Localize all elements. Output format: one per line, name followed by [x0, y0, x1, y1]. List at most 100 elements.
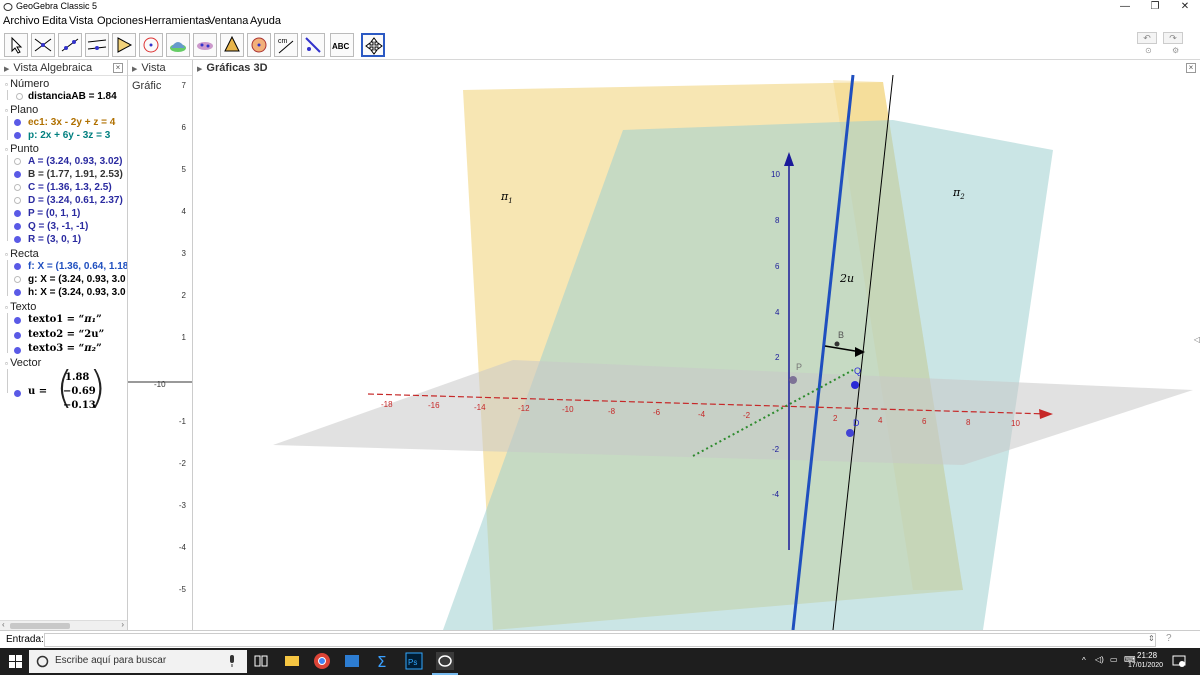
plane-tool-button[interactable] [193, 33, 217, 57]
algebra-item-B[interactable]: B = (1.77, 1.91, 2.53) [28, 169, 123, 180]
sigma-app-icon[interactable]: Σ [374, 652, 392, 670]
task-view-icon[interactable] [252, 652, 270, 670]
move-tool-button[interactable] [4, 33, 28, 57]
visibility-toggle[interactable] [14, 347, 21, 354]
menu-archivo[interactable]: Archivo [3, 15, 40, 27]
taskbar-search-box[interactable]: Escribe aquí para buscar [29, 650, 247, 673]
side-panel-toggle[interactable]: ◁ [1194, 335, 1200, 344]
perpendicular-tool-button[interactable] [85, 33, 109, 57]
reflect-tool-button[interactable] [301, 33, 325, 57]
minimize-button[interactable]: — [1110, 0, 1140, 14]
volume-icon[interactable]: ◁) [1095, 655, 1104, 664]
input-field[interactable] [44, 633, 1156, 647]
visibility-toggle[interactable] [14, 184, 21, 191]
file-explorer-icon[interactable] [283, 652, 301, 670]
algebra-item-texto3[interactable]: texto3 = “π₂” [28, 343, 102, 354]
visibility-toggle[interactable] [14, 276, 21, 283]
algebra-item-C[interactable]: C = (1.36, 1.3, 2.5) [28, 182, 112, 193]
graphics-2d-view[interactable]: ▶ Vista Gráfic 7 6 5 4 3 2 1 -1 -2 -3 -4 … [128, 60, 193, 630]
sphere-tool-button[interactable] [247, 33, 271, 57]
clock-time[interactable]: 21:28 [1137, 651, 1157, 660]
chrome-icon[interactable] [313, 652, 331, 670]
rotate-view-tool-button[interactable] [361, 33, 385, 57]
algebra-item-u-name[interactable]: u = [28, 386, 47, 397]
z-tick-label: 6 [775, 262, 780, 271]
vector-component-x: 1.88 [65, 372, 90, 383]
algebra-horizontal-scrollbar[interactable]: ‹ › [0, 620, 127, 630]
menu-opciones[interactable]: Opciones [97, 15, 143, 27]
microphone-icon[interactable] [227, 655, 237, 668]
line-tool-button[interactable] [58, 33, 82, 57]
y-tick-label: 1 [181, 333, 186, 342]
help-icon[interactable]: ⊙ [1145, 46, 1152, 55]
algebra-item-R[interactable]: R = (3, 0, 1) [28, 234, 81, 245]
visibility-toggle[interactable] [14, 317, 21, 324]
algebra-item-texto2[interactable]: texto2 = “2u” [28, 329, 104, 340]
x-tick-label: 8 [966, 418, 971, 427]
circle-tool-button[interactable] [139, 33, 163, 57]
point-tool-button[interactable] [31, 33, 55, 57]
close-button[interactable]: ✕ [1170, 0, 1200, 14]
settings-gear-icon[interactable]: ⚙ [1172, 46, 1179, 55]
redo-button[interactable]: ↷ [1163, 32, 1183, 44]
input-dropdown-icon[interactable]: ⇕ [1148, 634, 1155, 643]
category-numero[interactable]: ▫ Número [5, 78, 49, 90]
category-plano[interactable]: ▫ Plano [5, 104, 38, 116]
algebra-item-p[interactable]: p: 2x + 6y - 3z = 3 [28, 130, 110, 141]
visibility-toggle[interactable] [14, 119, 21, 126]
x-tick-label: -10 [154, 380, 166, 389]
visibility-toggle[interactable] [14, 158, 21, 165]
category-punto[interactable]: ▫ Punto [5, 143, 39, 155]
notifications-icon[interactable] [1172, 655, 1186, 668]
algebra-item-P[interactable]: P = (0, 1, 1) [28, 208, 80, 219]
photos-icon[interactable] [343, 652, 361, 670]
graphics-3d-view[interactable]: ▶ Gráficas 3D × π1 π2 2u B P Q D -18 -16… [193, 60, 1200, 630]
intersect-surfaces-tool-button[interactable] [166, 33, 190, 57]
text-tool-button[interactable]: ABC [330, 33, 354, 57]
tray-chevron-icon[interactable]: ^ [1082, 656, 1086, 665]
visibility-toggle[interactable] [14, 332, 21, 339]
algebra-item-f[interactable]: f: X = (1.36, 0.64, 1.18 [28, 261, 127, 272]
algebra-view-header[interactable]: ▶ Vista Algebraica [0, 60, 127, 76]
undo-button[interactable]: ↶ [1137, 32, 1157, 44]
visibility-toggle[interactable] [14, 390, 21, 397]
photoshop-icon[interactable]: Ps [405, 652, 423, 670]
menu-ventana[interactable]: Ventana [208, 15, 248, 27]
visibility-toggle[interactable] [14, 289, 21, 296]
measure-tool-button[interactable]: cm [274, 33, 298, 57]
category-vector[interactable]: ▫ Vector [5, 357, 41, 369]
label-pi1: π1 [501, 190, 513, 206]
visibility-toggle[interactable] [14, 236, 21, 243]
menu-edita[interactable]: Edita [42, 15, 67, 27]
clock-date[interactable]: 17/01/2020 [1128, 662, 1163, 669]
algebra-item-g[interactable]: g: X = (3.24, 0.93, 3.0 [28, 274, 126, 285]
category-recta[interactable]: ▫ Recta [5, 248, 39, 260]
geogebra-taskbar-icon[interactable] [436, 652, 454, 670]
algebra-item-Q[interactable]: Q = (3, -1, -1) [28, 221, 88, 232]
visibility-toggle[interactable] [14, 171, 21, 178]
algebra-item-texto1[interactable]: texto1 = “π₁” [28, 314, 102, 325]
network-icon[interactable]: ▭ [1110, 655, 1118, 664]
algebra-item-D[interactable]: D = (3.24, 0.61, 2.37) [28, 195, 123, 206]
x-tick-label: 6 [922, 417, 927, 426]
visibility-toggle[interactable] [14, 210, 21, 217]
menu-vista[interactable]: Vista [69, 15, 93, 27]
menu-herramientas[interactable]: Herramientas [144, 15, 210, 27]
visibility-toggle[interactable] [14, 263, 21, 270]
close-algebra-view-button[interactable]: × [113, 63, 123, 73]
windows-start-icon[interactable] [9, 655, 22, 668]
input-help-icon[interactable]: ? [1166, 633, 1172, 644]
restore-button[interactable]: ❐ [1140, 0, 1170, 14]
menu-ayuda[interactable]: Ayuda [250, 15, 281, 27]
visibility-toggle[interactable] [16, 93, 23, 100]
algebra-item-distancia[interactable]: distanciaAB = 1.84 [28, 91, 117, 102]
visibility-toggle[interactable] [14, 197, 21, 204]
algebra-item-h[interactable]: h: X = (3.24, 0.93, 3.0 [28, 287, 126, 298]
visibility-toggle[interactable] [14, 223, 21, 230]
visibility-toggle[interactable] [14, 132, 21, 139]
algebra-item-A[interactable]: A = (3.24, 0.93, 3.02) [28, 156, 122, 167]
polygon-tool-button[interactable] [112, 33, 136, 57]
algebra-item-ec1[interactable]: ec1: 3x - 2y + z = 4 [28, 117, 115, 128]
pyramid-tool-button[interactable] [220, 33, 244, 57]
category-texto[interactable]: ▫ Texto [5, 301, 36, 313]
